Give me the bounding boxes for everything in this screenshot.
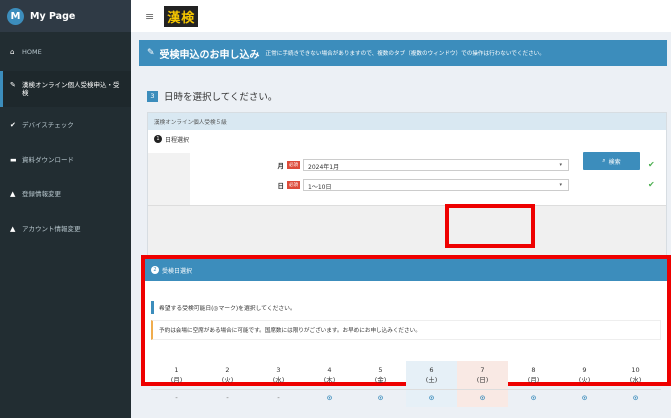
month-select[interactable]: 2024年1月 ▾ xyxy=(303,158,569,171)
section-number: 2 xyxy=(151,266,159,274)
sidebar-item-label: 登録情報変更 xyxy=(22,189,61,198)
calendar-day-header: 5 (金) xyxy=(374,366,387,384)
sidebar-item-label: 資料ダウンロード xyxy=(22,155,74,164)
page-note: 正常に手続きできない場合がありますので、複数のタブ（複数のウィンドウ）での操作は… xyxy=(265,51,545,57)
folder-icon: ▬ xyxy=(10,155,17,164)
hamburger-menu-icon[interactable]: ≡ xyxy=(145,10,154,23)
calendar-day-header: 2 (火) xyxy=(221,366,234,384)
sidebar-item-downloads[interactable]: ▬ 資料ダウンロード xyxy=(0,146,131,174)
sidebar-item-label: HOME xyxy=(22,48,42,56)
chevron-down-icon: ▾ xyxy=(559,161,562,168)
schedule-panel: 漢検オンライン個人受検５級 1 日程選択 月 必須 2024年1月 ▾ ✔ 日 … xyxy=(147,112,667,264)
sidebar-item-account[interactable]: ▲ アカウント情報変更 xyxy=(0,215,131,243)
calendar-day-header: 9 (火) xyxy=(578,366,591,384)
reservation-warning: 予約は会場に空席がある場合に可能です。国席数には限りがございます。お早めにお申し… xyxy=(151,320,661,340)
date-instruction: 希望する受検可能日(◎マーク)を選択してください。 xyxy=(151,301,667,314)
brand-title: My Page xyxy=(30,10,76,22)
section-label: 受検日選択 xyxy=(162,267,193,275)
topbar: ≡ 漢検 xyxy=(131,0,671,32)
schedule-section-title: 1 日程選択 xyxy=(148,130,666,148)
kanken-logo: 漢検 xyxy=(164,5,199,27)
calendar-slot-available[interactable]: ⊙ xyxy=(304,390,355,407)
step-text: 日時を選択してください。 xyxy=(164,92,278,103)
calendar-slot-available[interactable]: ⊙ xyxy=(508,390,559,407)
day-range-select[interactable]: 1〜10日 ▾ xyxy=(303,178,569,191)
section-label: 日程選択 xyxy=(165,136,190,144)
check-icon: ✔ xyxy=(10,121,16,130)
calendar-day-header: 3 (水) xyxy=(272,366,285,384)
sidebar-item-device-check[interactable]: ✔ デバイスチェック xyxy=(0,111,131,139)
calendar-day-header: 4 (木) xyxy=(323,366,336,384)
calendar-slot-available[interactable]: ⊙ xyxy=(457,390,508,407)
user-icon: ▲ xyxy=(10,189,16,198)
search-button[interactable]: ⌕ 検索 xyxy=(583,152,640,170)
calendar-availability-row: - - - ⊙ ⊙ ⊙ ⊙ ⊙ ⊙ ⊙ xyxy=(151,389,661,407)
calendar-slot-available[interactable]: ⊙ xyxy=(559,390,610,407)
month-valid-check-icon: ✔ xyxy=(648,160,655,169)
calendar-slot-unavailable: - xyxy=(175,394,178,402)
step-heading: 3 日時を選択してください。 xyxy=(147,89,277,103)
month-label: 月 xyxy=(277,161,285,170)
section-number: 1 xyxy=(154,135,162,143)
calendar-day-header: 10 (水) xyxy=(629,366,642,384)
calendar-header-row: 1 (月) 2 (火) 3 (水) 4 (木) 5 (金) 6 (土) 7 (日) 8 (月) … xyxy=(151,361,661,389)
month-select-value: 2024年1月 xyxy=(308,163,340,171)
page-title: 受検申込のお申し込み xyxy=(159,49,260,61)
calendar-slot-available[interactable]: ⊙ xyxy=(610,390,661,407)
page-header: ✎ 受検申込のお申し込み 正常に手続きできない場合がありますので、複数のタブ（複… xyxy=(139,40,667,66)
day-select-value: 1〜10日 xyxy=(308,183,332,191)
exam-subtitle: 漢検オンライン個人受検５級 xyxy=(148,113,666,130)
day-label: 日 xyxy=(277,181,285,190)
date-select-panel: 2 受検日選択 希望する受検可能日(◎マーク)を選択してください。 予約は会場に… xyxy=(141,255,671,407)
calendar-slot-unavailable: - xyxy=(277,394,280,402)
search-icon: ⌕ xyxy=(602,157,606,164)
calendar-day-header: 1 (月) xyxy=(170,366,183,384)
calendar-day-header: 7 (日) xyxy=(457,361,508,389)
step-number: 3 xyxy=(147,90,158,102)
search-button-label: 検索 xyxy=(608,158,621,166)
search-highlight-box xyxy=(445,204,535,248)
form-gutter xyxy=(148,153,190,205)
pencil-icon: ✎ xyxy=(10,81,16,90)
calendar-day-header: 6 (土) xyxy=(406,361,457,389)
lock-icon: ▲ xyxy=(10,224,16,233)
day-valid-check-icon: ✔ xyxy=(648,180,655,189)
calendar-slot-unavailable: - xyxy=(226,394,229,402)
date-section-title: 2 受検日選択 xyxy=(145,259,667,281)
sidebar-item-home[interactable]: ⌂ HOME xyxy=(0,38,131,66)
required-badge: 必須 xyxy=(287,180,300,189)
calendar-slot-available[interactable]: ⊙ xyxy=(355,390,406,407)
sidebar-item-label: アカウント情報変更 xyxy=(22,224,81,233)
sidebar-item-label: デバイスチェック xyxy=(22,121,74,130)
calendar: 1 (月) 2 (火) 3 (水) 4 (木) 5 (金) 6 (土) 7 (日) 8 (月) … xyxy=(151,361,661,407)
brand-logo: M xyxy=(7,7,24,25)
sidebar-item-profile[interactable]: ▲ 登録情報変更 xyxy=(0,180,131,208)
chevron-down-icon: ▾ xyxy=(559,181,562,188)
sidebar-item-label: 漢検オンライン個人受検申込・受検 xyxy=(22,81,120,98)
calendar-day-header: 8 (月) xyxy=(527,366,540,384)
calendar-slot-available[interactable]: ⊙ xyxy=(406,390,457,407)
brand[interactable]: M My Page xyxy=(0,0,131,32)
sidebar: M My Page ⌂ HOME ✎ 漢検オンライン個人受検申込・受検 ✔ デバ… xyxy=(0,0,131,418)
sidebar-item-apply[interactable]: ✎ 漢検オンライン個人受検申込・受検 xyxy=(0,71,131,108)
home-icon: ⌂ xyxy=(10,48,15,56)
pencil-icon: ✎ xyxy=(147,48,155,58)
month-row: 月 必須 2024年1月 ▾ xyxy=(272,158,569,171)
required-badge: 必須 xyxy=(287,160,300,169)
day-row: 日 必須 1〜10日 ▾ xyxy=(272,178,569,191)
